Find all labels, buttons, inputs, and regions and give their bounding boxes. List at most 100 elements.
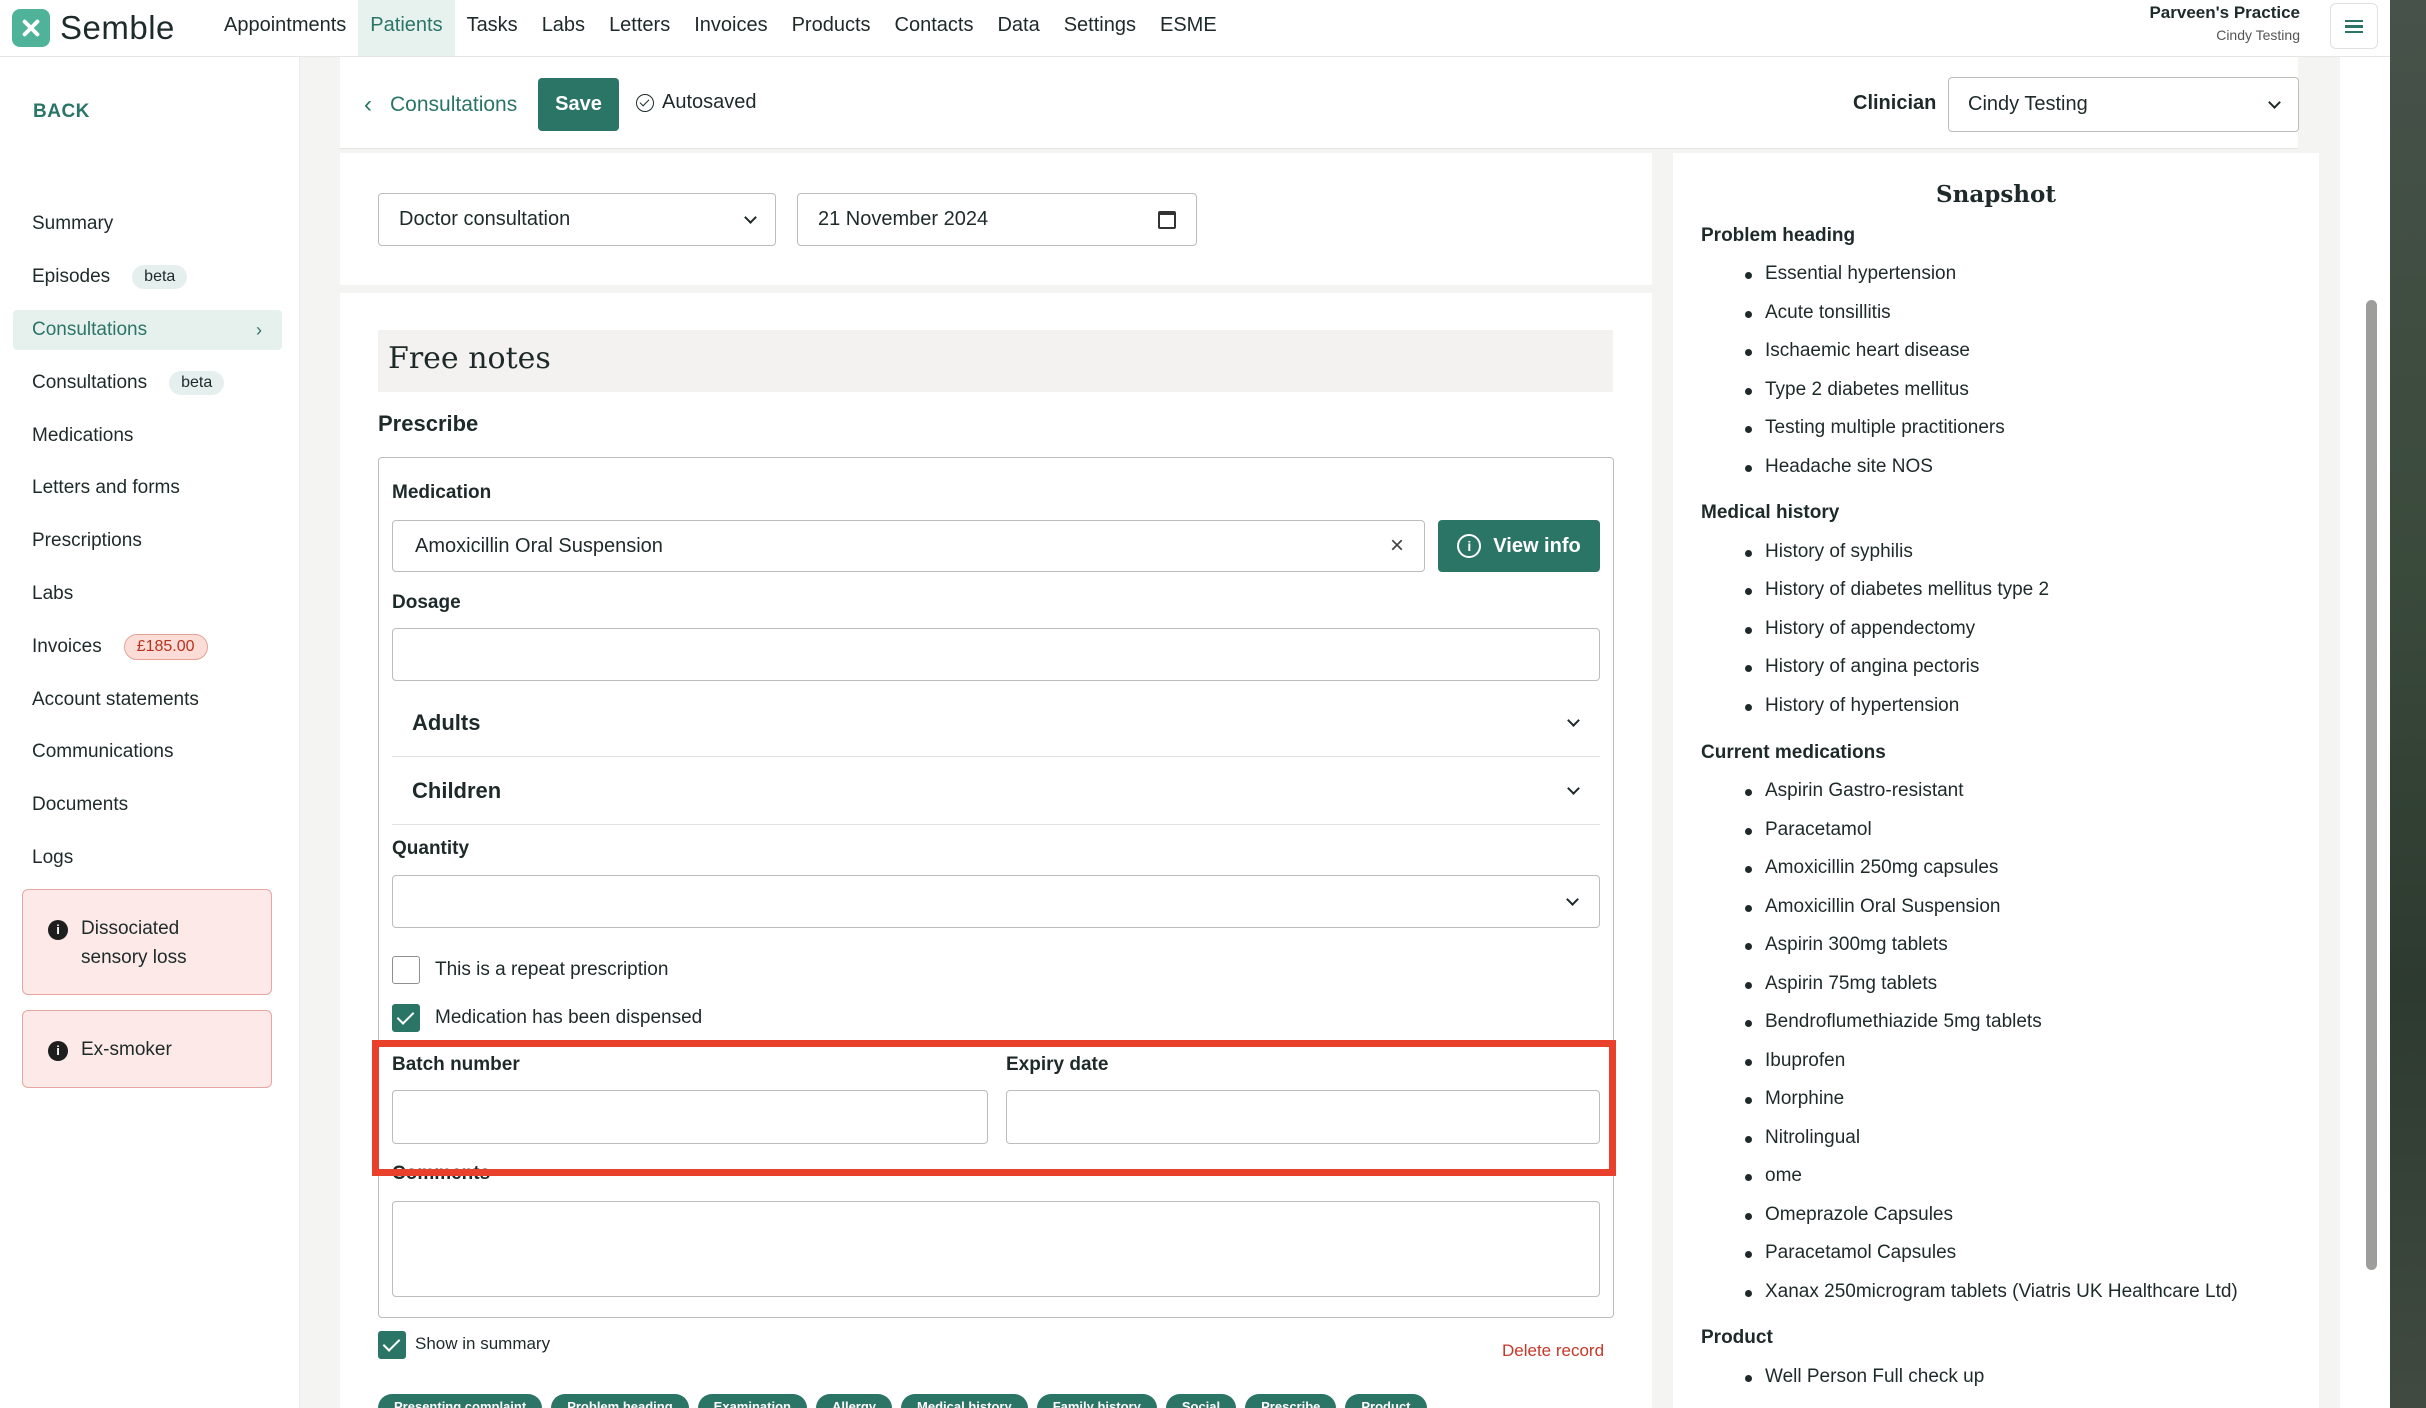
sidebar-item-consultations-beta[interactable]: Consultations beta bbox=[13, 363, 282, 403]
nav-data[interactable]: Data bbox=[985, 0, 1051, 56]
main-nav: Appointments Patients Tasks Labs Letters… bbox=[212, 0, 1229, 56]
chip-problem-heading[interactable]: Problem heading bbox=[551, 1394, 689, 1408]
breadcrumb[interactable]: ‹ Consultations bbox=[364, 91, 517, 119]
consultation-form: Doctor consultation 21 November 2024 Fre… bbox=[340, 153, 1652, 1408]
snapshot-item: Aspirin 300mg tablets bbox=[1745, 934, 1948, 955]
alert-card[interactable]: i Ex-smoker bbox=[22, 1010, 272, 1088]
chip-presenting-complaint[interactable]: Presenting complaint bbox=[378, 1394, 543, 1408]
chip-product[interactable]: Product bbox=[1345, 1394, 1427, 1408]
sidebar-item-prescriptions[interactable]: Prescriptions bbox=[13, 521, 282, 561]
accordion-label: Adults bbox=[412, 710, 481, 735]
beta-badge: beta bbox=[169, 371, 225, 395]
sidebar-item-medications[interactable]: Medications bbox=[13, 416, 282, 456]
sidebar-item-consultations[interactable]: Consultations › bbox=[13, 310, 282, 350]
snapshot-item: Paracetamol Capsules bbox=[1744, 1242, 1957, 1263]
save-button[interactable]: Save bbox=[538, 78, 619, 131]
snapshot-item: Amoxicillin Oral Suspension bbox=[1745, 896, 2001, 917]
beta-badge: beta bbox=[132, 265, 188, 289]
semble-logo[interactable]: Semble bbox=[12, 9, 175, 47]
sidebar-item-documents[interactable]: Documents bbox=[13, 785, 282, 825]
divider bbox=[340, 285, 1652, 293]
snapshot-item: Essential hypertension bbox=[1744, 263, 1957, 284]
section-chips: Presenting complaint Problem heading Exa… bbox=[378, 1394, 1427, 1408]
page-scroll-area bbox=[2340, 57, 2390, 1408]
highlight-box bbox=[372, 1040, 1616, 1176]
snapshot-item: History of syphilis bbox=[1745, 541, 1913, 562]
children-accordion[interactable]: Children bbox=[392, 758, 1600, 825]
consultation-type-select[interactable]: Doctor consultation bbox=[378, 193, 776, 246]
sidebar-item-label: Consultations bbox=[32, 319, 148, 340]
snapshot-item: Morphine bbox=[1744, 1088, 1845, 1109]
alert-card[interactable]: i Dissociated sensory loss bbox=[22, 889, 272, 995]
chip-social[interactable]: Social bbox=[1165, 1394, 1237, 1408]
sidebar-item-summary[interactable]: Summary bbox=[13, 204, 282, 244]
quantity-select[interactable] bbox=[392, 875, 1600, 928]
adults-accordion[interactable]: Adults bbox=[392, 690, 1600, 757]
sidebar-item-account-statements[interactable]: Account statements bbox=[13, 680, 282, 720]
alert-text: Ex-smoker bbox=[81, 1039, 172, 1060]
snapshot-panel: Snapshot Problem heading Essential hyper… bbox=[1673, 153, 2319, 1408]
clinician-select[interactable]: Cindy Testing bbox=[1948, 77, 2299, 132]
sidebar-item-labs[interactable]: Labs bbox=[13, 574, 282, 614]
medication-input[interactable]: Amoxicillin Oral Suspension × bbox=[392, 520, 1425, 572]
autosaved-label: Autosaved bbox=[662, 91, 757, 113]
alert-icon: i bbox=[48, 920, 68, 940]
chevron-down-icon bbox=[2268, 95, 2281, 109]
dosage-input[interactable] bbox=[392, 628, 1600, 681]
sidebar-item-episodes[interactable]: Episodes beta bbox=[13, 257, 282, 297]
nav-contacts[interactable]: Contacts bbox=[883, 0, 986, 56]
calendar-icon[interactable] bbox=[1158, 210, 1176, 229]
show-summary-checkbox[interactable] bbox=[378, 1331, 406, 1359]
sidebar-item-logs[interactable]: Logs bbox=[13, 838, 282, 878]
chip-prescribe[interactable]: Prescribe bbox=[1245, 1394, 1337, 1408]
clear-icon[interactable]: × bbox=[1390, 532, 1404, 560]
chip-medical-history[interactable]: Medical history bbox=[901, 1394, 1028, 1408]
snapshot-item: ome bbox=[1745, 1165, 1802, 1186]
nav-esme[interactable]: ESME bbox=[1148, 0, 1229, 56]
date-field[interactable]: 21 November 2024 bbox=[797, 193, 1197, 246]
nav-products[interactable]: Products bbox=[780, 0, 883, 56]
alert-text: Dissociated sensory loss bbox=[81, 918, 187, 968]
view-info-button[interactable]: i View info bbox=[1438, 520, 1600, 572]
snapshot-item: History of hypertension bbox=[1744, 695, 1960, 716]
back-link[interactable]: BACK bbox=[33, 101, 90, 123]
sidebar-item-label: Summary bbox=[32, 213, 114, 234]
chip-family-history[interactable]: Family history bbox=[1036, 1394, 1157, 1408]
snapshot-item: Acute tonsillitis bbox=[1745, 302, 1891, 323]
chip-examination[interactable]: Examination bbox=[697, 1394, 807, 1408]
chip-allergy[interactable]: Allergy bbox=[815, 1394, 893, 1408]
section-title: Free notes bbox=[378, 330, 1613, 392]
sidebar-item-label: Labs bbox=[32, 583, 74, 604]
nav-settings[interactable]: Settings bbox=[1052, 0, 1148, 56]
sidebar-item-communications[interactable]: Communications bbox=[13, 732, 282, 772]
chevron-right-icon: › bbox=[256, 319, 262, 340]
sidebar-item-letters[interactable]: Letters and forms bbox=[13, 468, 282, 508]
consultation-type-value: Doctor consultation bbox=[399, 208, 571, 230]
delete-record-link[interactable]: Delete record bbox=[1502, 1341, 1604, 1361]
snapshot-section-heading: Problem heading bbox=[1701, 225, 1856, 246]
sidebar-item-label: Account statements bbox=[32, 689, 199, 710]
snapshot-item: Xanax 250microgram tablets (Viatris UK H… bbox=[1745, 1281, 2238, 1302]
repeat-prescription-checkbox[interactable] bbox=[392, 956, 420, 984]
sidebar-item-label: Medications bbox=[32, 425, 134, 446]
comments-textarea[interactable] bbox=[392, 1201, 1600, 1297]
nav-patients[interactable]: Patients bbox=[358, 0, 455, 56]
nav-tasks[interactable]: Tasks bbox=[455, 0, 530, 56]
page-scrollbar[interactable] bbox=[2366, 300, 2377, 1270]
sidebar-item-label: Letters and forms bbox=[32, 477, 180, 498]
sidebar-item-invoices[interactable]: Invoices £185.00 bbox=[13, 627, 282, 667]
nav-appointments[interactable]: Appointments bbox=[212, 0, 358, 56]
practice-switcher[interactable]: Parveen's Practice Cindy Testing bbox=[2149, 3, 2300, 43]
dispensed-checkbox[interactable] bbox=[392, 1004, 420, 1032]
breadcrumb-label: Consultations bbox=[390, 93, 518, 116]
autosaved-status: Autosaved bbox=[636, 91, 757, 114]
hamburger-menu-button[interactable] bbox=[2330, 3, 2378, 49]
check-circle-icon bbox=[636, 93, 654, 112]
nav-labs[interactable]: Labs bbox=[530, 0, 597, 56]
nav-invoices[interactable]: Invoices bbox=[682, 0, 779, 56]
snapshot-item: Ischaemic heart disease bbox=[1745, 340, 1970, 361]
dosage-label: Dosage bbox=[392, 592, 461, 613]
sidebar-item-label: Episodes bbox=[32, 266, 111, 287]
nav-letters[interactable]: Letters bbox=[597, 0, 682, 56]
consultation-header: ‹ Consultations Save Autosaved Clinician … bbox=[340, 57, 2299, 149]
